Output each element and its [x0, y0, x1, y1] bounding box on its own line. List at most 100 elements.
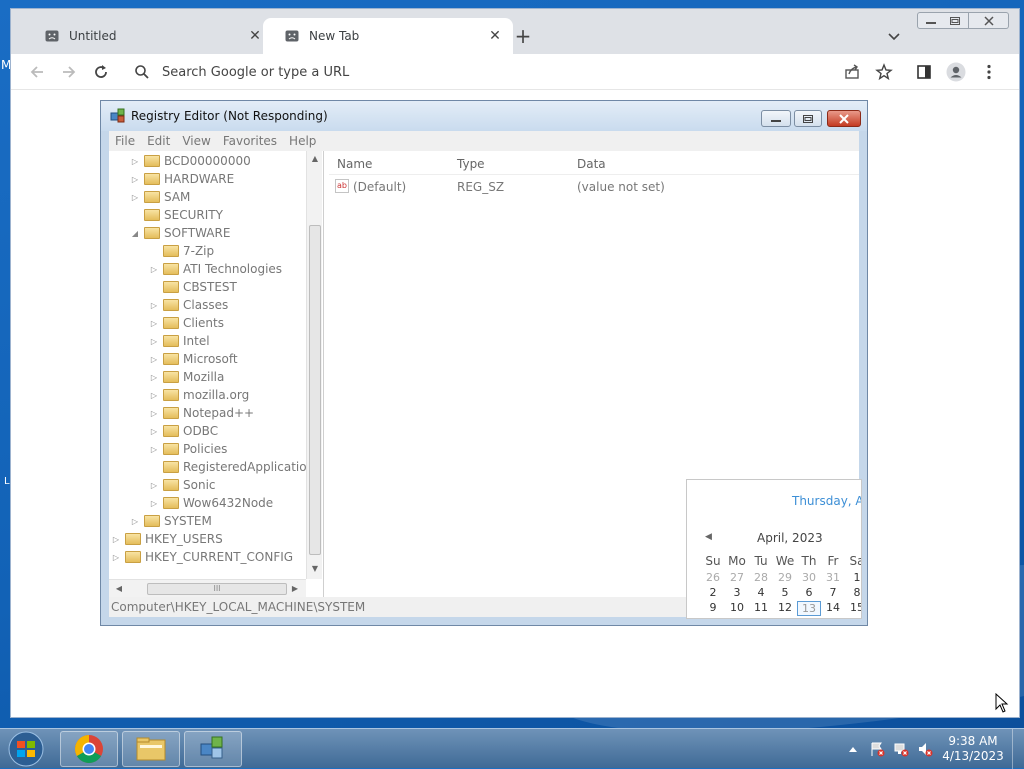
value-row[interactable]: ab (Default) REG_SZ (value not set): [329, 177, 859, 197]
calendar-day[interactable]: 31: [821, 571, 845, 584]
tree-node[interactable]: CBSTEST: [149, 278, 237, 296]
tree-node[interactable]: ▷ HKEY_CURRENT_CONFIG: [111, 548, 293, 566]
window-close-button[interactable]: [969, 12, 1009, 29]
regedit-minimize-button[interactable]: [761, 110, 791, 127]
expand-arrow-icon[interactable]: ▷: [111, 553, 121, 562]
calendar-day[interactable]: 9: [701, 601, 725, 614]
tree-node[interactable]: ▷ BCD00000000: [130, 152, 251, 170]
omnibox[interactable]: [124, 57, 904, 87]
calendar-day[interactable]: 27: [725, 571, 749, 584]
regedit-maximize-button[interactable]: [794, 110, 822, 127]
expand-arrow-icon[interactable]: ▷: [149, 391, 159, 400]
close-tab-icon[interactable]: ✕: [487, 28, 503, 44]
browser-menu-button[interactable]: [979, 62, 999, 82]
previous-month-icon[interactable]: ◀: [705, 532, 712, 542]
column-header-data[interactable]: Data: [577, 157, 606, 171]
calendar-day[interactable]: 12: [773, 601, 797, 614]
taskbar-explorer-button[interactable]: [122, 731, 180, 767]
calendar-day[interactable]: 4: [749, 586, 773, 599]
expand-arrow-icon[interactable]: ▷: [149, 481, 159, 490]
registry-editor-titlebar[interactable]: Registry Editor (Not Responding): [101, 101, 867, 131]
calendar-day[interactable]: 11: [749, 601, 773, 614]
close-tab-icon[interactable]: ✕: [247, 28, 263, 44]
expand-arrow-icon[interactable]: ▷: [149, 445, 159, 454]
tree-node[interactable]: ▷ Sonic: [149, 476, 216, 494]
side-panel-button[interactable]: [914, 62, 934, 82]
expand-arrow-icon[interactable]: ▷: [149, 319, 159, 328]
tree-node[interactable]: ▷ Mozilla: [149, 368, 224, 386]
action-center-button[interactable]: [868, 740, 886, 758]
tree-node[interactable]: ▷ mozilla.org: [149, 386, 249, 404]
calendar-day[interactable]: 6: [797, 586, 821, 599]
tree-node[interactable]: SECURITY: [130, 206, 223, 224]
tree-node[interactable]: ▷ SAM: [130, 188, 190, 206]
tree-node[interactable]: ◢ SOFTWARE: [130, 224, 231, 242]
expand-arrow-icon[interactable]: ▷: [149, 265, 159, 274]
expand-arrow-icon[interactable]: ▷: [149, 427, 159, 436]
tree-node[interactable]: ▷ Clients: [149, 314, 224, 332]
start-button[interactable]: [6, 731, 46, 767]
volume-button[interactable]: [916, 740, 934, 758]
scroll-right-icon[interactable]: ▶: [287, 581, 303, 597]
calendar-day[interactable]: 2: [701, 586, 725, 599]
expand-arrow-icon[interactable]: ▷: [130, 175, 140, 184]
expand-arrow-icon[interactable]: ▷: [149, 301, 159, 310]
tab-untitled[interactable]: Untitled ✕: [23, 18, 273, 54]
column-header-type[interactable]: Type: [457, 157, 485, 171]
calendar-day[interactable]: 17: [725, 616, 749, 618]
calendar-day[interactable]: 26: [701, 571, 725, 584]
calendar-day[interactable]: 10: [725, 601, 749, 614]
calendar-day[interactable]: 29: [773, 571, 797, 584]
expand-arrow-icon[interactable]: ▷: [149, 373, 159, 382]
calendar-day[interactable]: 1: [845, 571, 861, 584]
profile-button[interactable]: [946, 62, 966, 82]
expand-arrow-icon[interactable]: ▷: [149, 409, 159, 418]
calendar-day[interactable]: 20: [797, 616, 821, 618]
scroll-up-icon[interactable]: ▲: [307, 151, 323, 167]
scroll-down-icon[interactable]: ▼: [307, 561, 323, 577]
tree-node[interactable]: ▷ HKEY_USERS: [111, 530, 223, 548]
menu-help[interactable]: Help: [289, 134, 316, 148]
calendar-day[interactable]: 22: [845, 616, 861, 618]
taskbar-clock[interactable]: 9:38 AM 4/13/2023: [940, 734, 1006, 764]
reload-button[interactable]: [91, 62, 111, 82]
scroll-thumb[interactable]: III: [147, 583, 287, 595]
expand-arrow-icon[interactable]: ▷: [149, 355, 159, 364]
taskbar-regedit-button[interactable]: [184, 731, 242, 767]
calendar-day[interactable]: 14: [821, 601, 845, 614]
bookmark-star-button[interactable]: [874, 62, 894, 82]
column-header-name[interactable]: Name: [337, 157, 372, 171]
expand-arrow-icon[interactable]: ▷: [130, 193, 140, 202]
show-desktop-button[interactable]: [1012, 729, 1024, 769]
calendar-day[interactable]: 13: [797, 601, 821, 616]
calendar-day[interactable]: 28: [749, 571, 773, 584]
tree-node[interactable]: ▷ Wow6432Node: [149, 494, 273, 512]
calendar-day[interactable]: 7: [821, 586, 845, 599]
tree-node[interactable]: ▷ ODBC: [149, 422, 218, 440]
scroll-thumb[interactable]: [309, 225, 321, 555]
expand-arrow-icon[interactable]: ▷: [130, 157, 140, 166]
tree-node[interactable]: ▷ SYSTEM: [130, 512, 212, 530]
tree-node[interactable]: ▷ Classes: [149, 296, 228, 314]
calendar-month-label[interactable]: April, 2023: [757, 531, 823, 545]
tree-vertical-scrollbar[interactable]: ▲ ▼: [306, 151, 322, 579]
tree-node[interactable]: RegisteredApplications: [149, 458, 320, 476]
menu-edit[interactable]: Edit: [147, 134, 170, 148]
network-button[interactable]: [892, 740, 910, 758]
menu-view[interactable]: View: [182, 134, 210, 148]
calendar-day[interactable]: 8: [845, 586, 861, 599]
tab-new-tab[interactable]: New Tab ✕: [263, 18, 513, 54]
expand-arrow-icon[interactable]: ▷: [149, 499, 159, 508]
tab-search-chevron-icon[interactable]: [885, 27, 903, 45]
tree-node[interactable]: ▷ Microsoft: [149, 350, 238, 368]
address-input[interactable]: [160, 63, 760, 81]
tree-node[interactable]: 7-Zip: [149, 242, 214, 260]
tree-node[interactable]: ▷ HARDWARE: [130, 170, 234, 188]
forward-button[interactable]: [59, 62, 79, 82]
tree-node[interactable]: ▷ Notepad++: [149, 404, 254, 422]
share-button[interactable]: [842, 62, 862, 82]
tree-node[interactable]: ▷ ATI Technologies: [149, 260, 282, 278]
collapse-arrow-icon[interactable]: ◢: [130, 229, 140, 238]
window-restore-button[interactable]: [941, 12, 969, 29]
tree-node[interactable]: ▷ Policies: [149, 440, 227, 458]
